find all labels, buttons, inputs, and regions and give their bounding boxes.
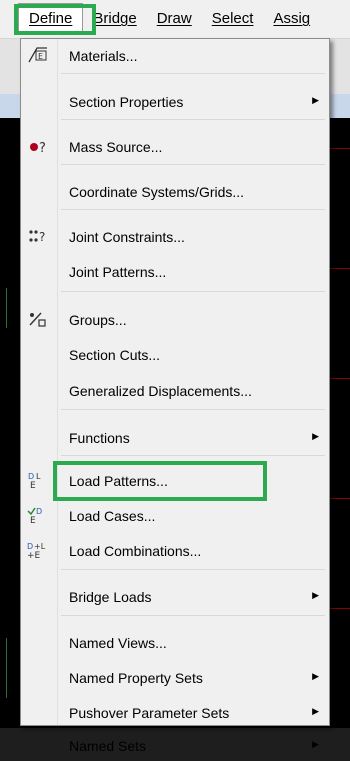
svg-text:L: L (36, 472, 41, 481)
submenu-arrow-icon: ▶ (312, 671, 319, 681)
submenu-arrow-icon: ▶ (312, 706, 319, 716)
load-combinations-icon: D +L +E (25, 541, 51, 561)
menu-item-mass-source[interactable]: ? Mass Source... (21, 132, 329, 162)
submenu-arrow-icon: ▶ (312, 739, 319, 749)
menu-separator (61, 409, 325, 410)
menu-item-generalized-displacements[interactable]: Generalized Displacements... (21, 376, 329, 406)
menu-separator (61, 615, 325, 616)
load-patterns-icon: DLE (25, 471, 51, 491)
svg-text:?: ? (39, 230, 45, 244)
svg-text:D: D (27, 542, 33, 551)
menu-item-load-cases[interactable]: DE Load Cases... (21, 501, 329, 531)
menu-draw[interactable]: Draw (147, 4, 202, 34)
menu-separator (61, 164, 325, 165)
svg-text:D: D (28, 472, 34, 481)
menu-item-joint-patterns[interactable]: Joint Patterns... (21, 257, 329, 287)
materials-icon: E (25, 46, 51, 66)
menu-item-load-patterns[interactable]: DLE Load Patterns... (21, 466, 329, 496)
mass-source-icon: ? (25, 137, 51, 157)
menu-item-functions[interactable]: Functions ▶ (21, 423, 329, 453)
menu-item-load-combinations[interactable]: D +L +E Load Combinations... (21, 536, 329, 566)
svg-text:E: E (38, 52, 43, 61)
menu-item-named-views[interactable]: Named Views... (21, 628, 329, 658)
menu-define[interactable]: Define (18, 3, 84, 35)
menu-select[interactable]: Select (202, 4, 264, 34)
menu-item-bridge-loads[interactable]: Bridge Loads ▶ (21, 582, 329, 612)
menu-item-pushover-parameter-sets[interactable]: Pushover Parameter Sets ▶ (21, 698, 329, 728)
menu-separator (61, 569, 325, 570)
menu-item-named-sets[interactable]: Named Sets ▶ (21, 731, 329, 761)
menu-item-section-cuts[interactable]: Section Cuts... (21, 340, 329, 370)
menu-separator (61, 455, 325, 456)
svg-text:+E: +E (27, 551, 41, 559)
svg-text:?: ? (39, 141, 46, 155)
load-cases-icon: DE (25, 506, 51, 526)
menu-item-section-properties[interactable]: Section Properties ▶ (21, 87, 329, 117)
menu-item-joint-constraints[interactable]: ? Joint Constraints... (21, 222, 329, 252)
menu-item-groups[interactable]: Groups... (21, 305, 329, 335)
svg-text:E: E (30, 481, 36, 489)
menu-item-coordinate-systems-grids[interactable]: Coordinate Systems/Grids... (21, 177, 329, 207)
joint-constraints-icon: ? (25, 227, 51, 247)
menu-assign[interactable]: Assig (263, 4, 320, 34)
svg-text:D: D (36, 507, 42, 516)
menu-item-named-property-sets[interactable]: Named Property Sets ▶ (21, 663, 329, 693)
menu-bridge[interactable]: Bridge (83, 4, 146, 34)
submenu-arrow-icon: ▶ (312, 590, 319, 600)
submenu-arrow-icon: ▶ (312, 95, 319, 105)
menu-separator (61, 209, 325, 210)
menu-separator (61, 119, 325, 120)
menu-bar: Define Bridge Draw Select Assig (0, 0, 350, 39)
define-dropdown-menu: E Materials... Section Properties ▶ ? Ma… (20, 38, 330, 754)
groups-icon (25, 310, 51, 330)
svg-text:E: E (30, 516, 36, 524)
svg-text:+L: +L (34, 542, 46, 551)
submenu-arrow-icon: ▶ (312, 431, 319, 441)
menu-separator (61, 291, 325, 292)
menu-item-materials[interactable]: E Materials... (21, 41, 329, 71)
menu-separator (61, 73, 325, 74)
